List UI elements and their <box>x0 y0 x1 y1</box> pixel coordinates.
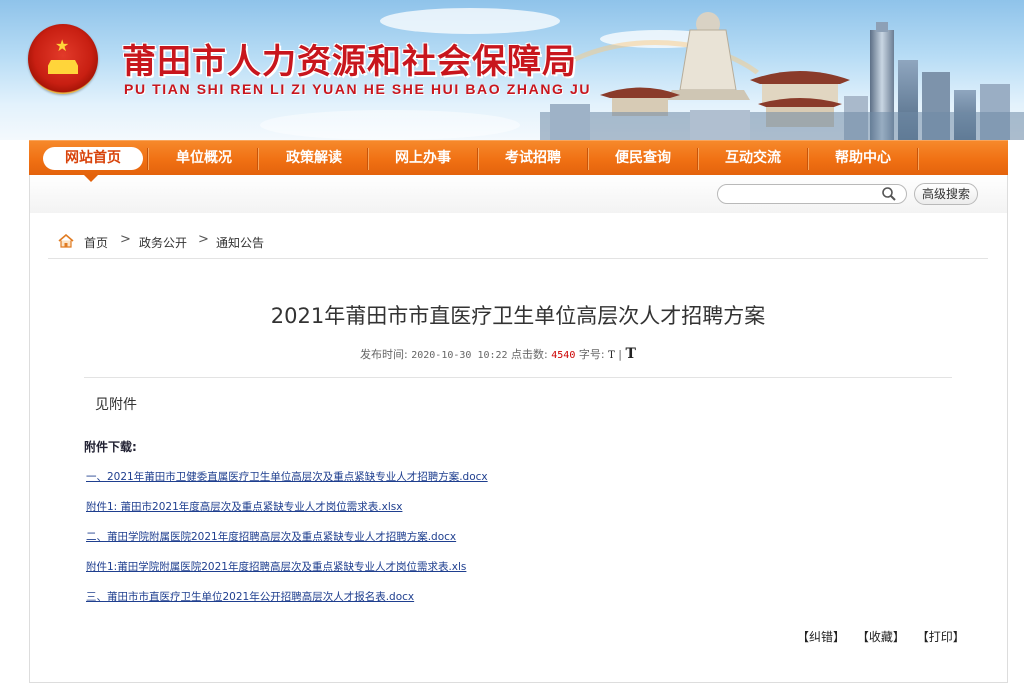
favorite-button[interactable]: 【收藏】 <box>857 630 905 644</box>
font-size-divider: | <box>618 348 622 361</box>
nav-item-organization[interactable]: 单位概况 <box>149 141 259 176</box>
breadcrumb-notices-link[interactable]: 通知公告 <box>216 234 264 251</box>
cloud-decoration <box>260 110 520 140</box>
breadcrumb-government-affairs-link[interactable]: 政务公开 <box>139 234 187 251</box>
nav-item-online-services[interactable]: 网上办事 <box>368 141 478 176</box>
nav-item-interaction[interactable]: 互动交流 <box>698 141 808 176</box>
nav-divider <box>147 148 148 170</box>
site-title-pinyin: PU TIAN SHI REN LI ZI YUAN HE SHE HUI BA… <box>124 81 592 97</box>
click-count-label: 点击数: <box>511 348 548 361</box>
search-icon[interactable] <box>880 185 898 203</box>
font-size-large-button[interactable]: T <box>625 346 635 362</box>
nav-divider <box>917 148 918 170</box>
cloud-decoration <box>380 8 560 34</box>
header-banner: ★ 莆田市人力资源和社会保障局 PU TIAN SHI REN LI ZI YU… <box>0 0 1024 140</box>
click-count-value: 4540 <box>551 350 576 361</box>
breadcrumb-divider <box>48 258 988 259</box>
active-nav-indicator-icon <box>84 175 98 182</box>
content-panel <box>29 213 1008 683</box>
search-input[interactable] <box>717 184 907 204</box>
nav-item-public-query[interactable]: 便民查询 <box>588 141 698 176</box>
font-size-small-button[interactable]: T <box>608 350 615 361</box>
nav-item-policy[interactable]: 政策解读 <box>259 141 369 176</box>
article-body-text: 见附件 <box>95 397 137 413</box>
nav-item-exams-recruitment[interactable]: 考试招聘 <box>478 141 588 176</box>
attachment-link[interactable]: 二、莆田学院附属医院2021年度招聘高层次及重点紧缺专业人才招聘方案.docx <box>86 529 456 544</box>
site-title: 莆田市人力资源和社会保障局 <box>122 42 577 82</box>
print-button[interactable]: 【打印】 <box>917 630 965 644</box>
font-size-label: 字号: <box>578 348 605 361</box>
home-icon <box>58 234 74 248</box>
attachment-link[interactable]: 一、2021年莆田市卫健委直属医疗卫生单位高层次及重点紧缺专业人才招聘方案.do… <box>86 469 488 484</box>
attachment-link[interactable]: 附件1:莆田学院附属医院2021年度招聘高层次及重点紧缺专业人才岗位需求表.xl… <box>86 559 466 574</box>
nav-divider <box>257 148 258 170</box>
publish-time-value: 2020-10-30 10:22 <box>411 350 508 361</box>
attachment-link[interactable]: 三、莆田市市直医疗卫生单位2021年公开招聘高层次人才报名表.docx <box>86 589 414 604</box>
city-skyline-illustration <box>540 12 1024 140</box>
publish-time-label: 发布时间: <box>360 348 408 361</box>
nav-item-home[interactable]: 网站首页 <box>43 147 143 170</box>
attachment-link[interactable]: 附件1: 莆田市2021年度高层次及重点紧缺专业人才岗位需求表.xlsx <box>86 499 402 514</box>
breadcrumb-home-link[interactable]: 首页 <box>84 234 108 251</box>
tiananmen-gate-icon <box>48 60 78 74</box>
nav-item-help-center[interactable]: 帮助中心 <box>808 141 918 176</box>
attachments-heading: 附件下载: <box>84 440 137 454</box>
star-icon: ★ <box>55 36 70 55</box>
meta-divider <box>84 377 952 378</box>
national-emblem-logo: ★ <box>28 24 98 94</box>
advanced-search-button[interactable]: 高级搜索 <box>914 183 978 205</box>
article-meta: 发布时间: 2020-10-30 10:22 点击数: 4540 字号: T |… <box>360 346 636 362</box>
article-actions: 【纠错】 【收藏】 【打印】 <box>797 628 973 645</box>
breadcrumb-separator: > <box>120 232 131 247</box>
article-title: 2021年莆田市市直医疗卫生单位高层次人才招聘方案 <box>270 304 766 328</box>
main-nav-bar: 网站首页 单位概况 政策解读 网上办事 考试招聘 便民查询 互动交流 帮助中心 <box>29 140 1008 176</box>
breadcrumb-separator: > <box>198 232 209 247</box>
report-error-button[interactable]: 【纠错】 <box>797 630 845 644</box>
